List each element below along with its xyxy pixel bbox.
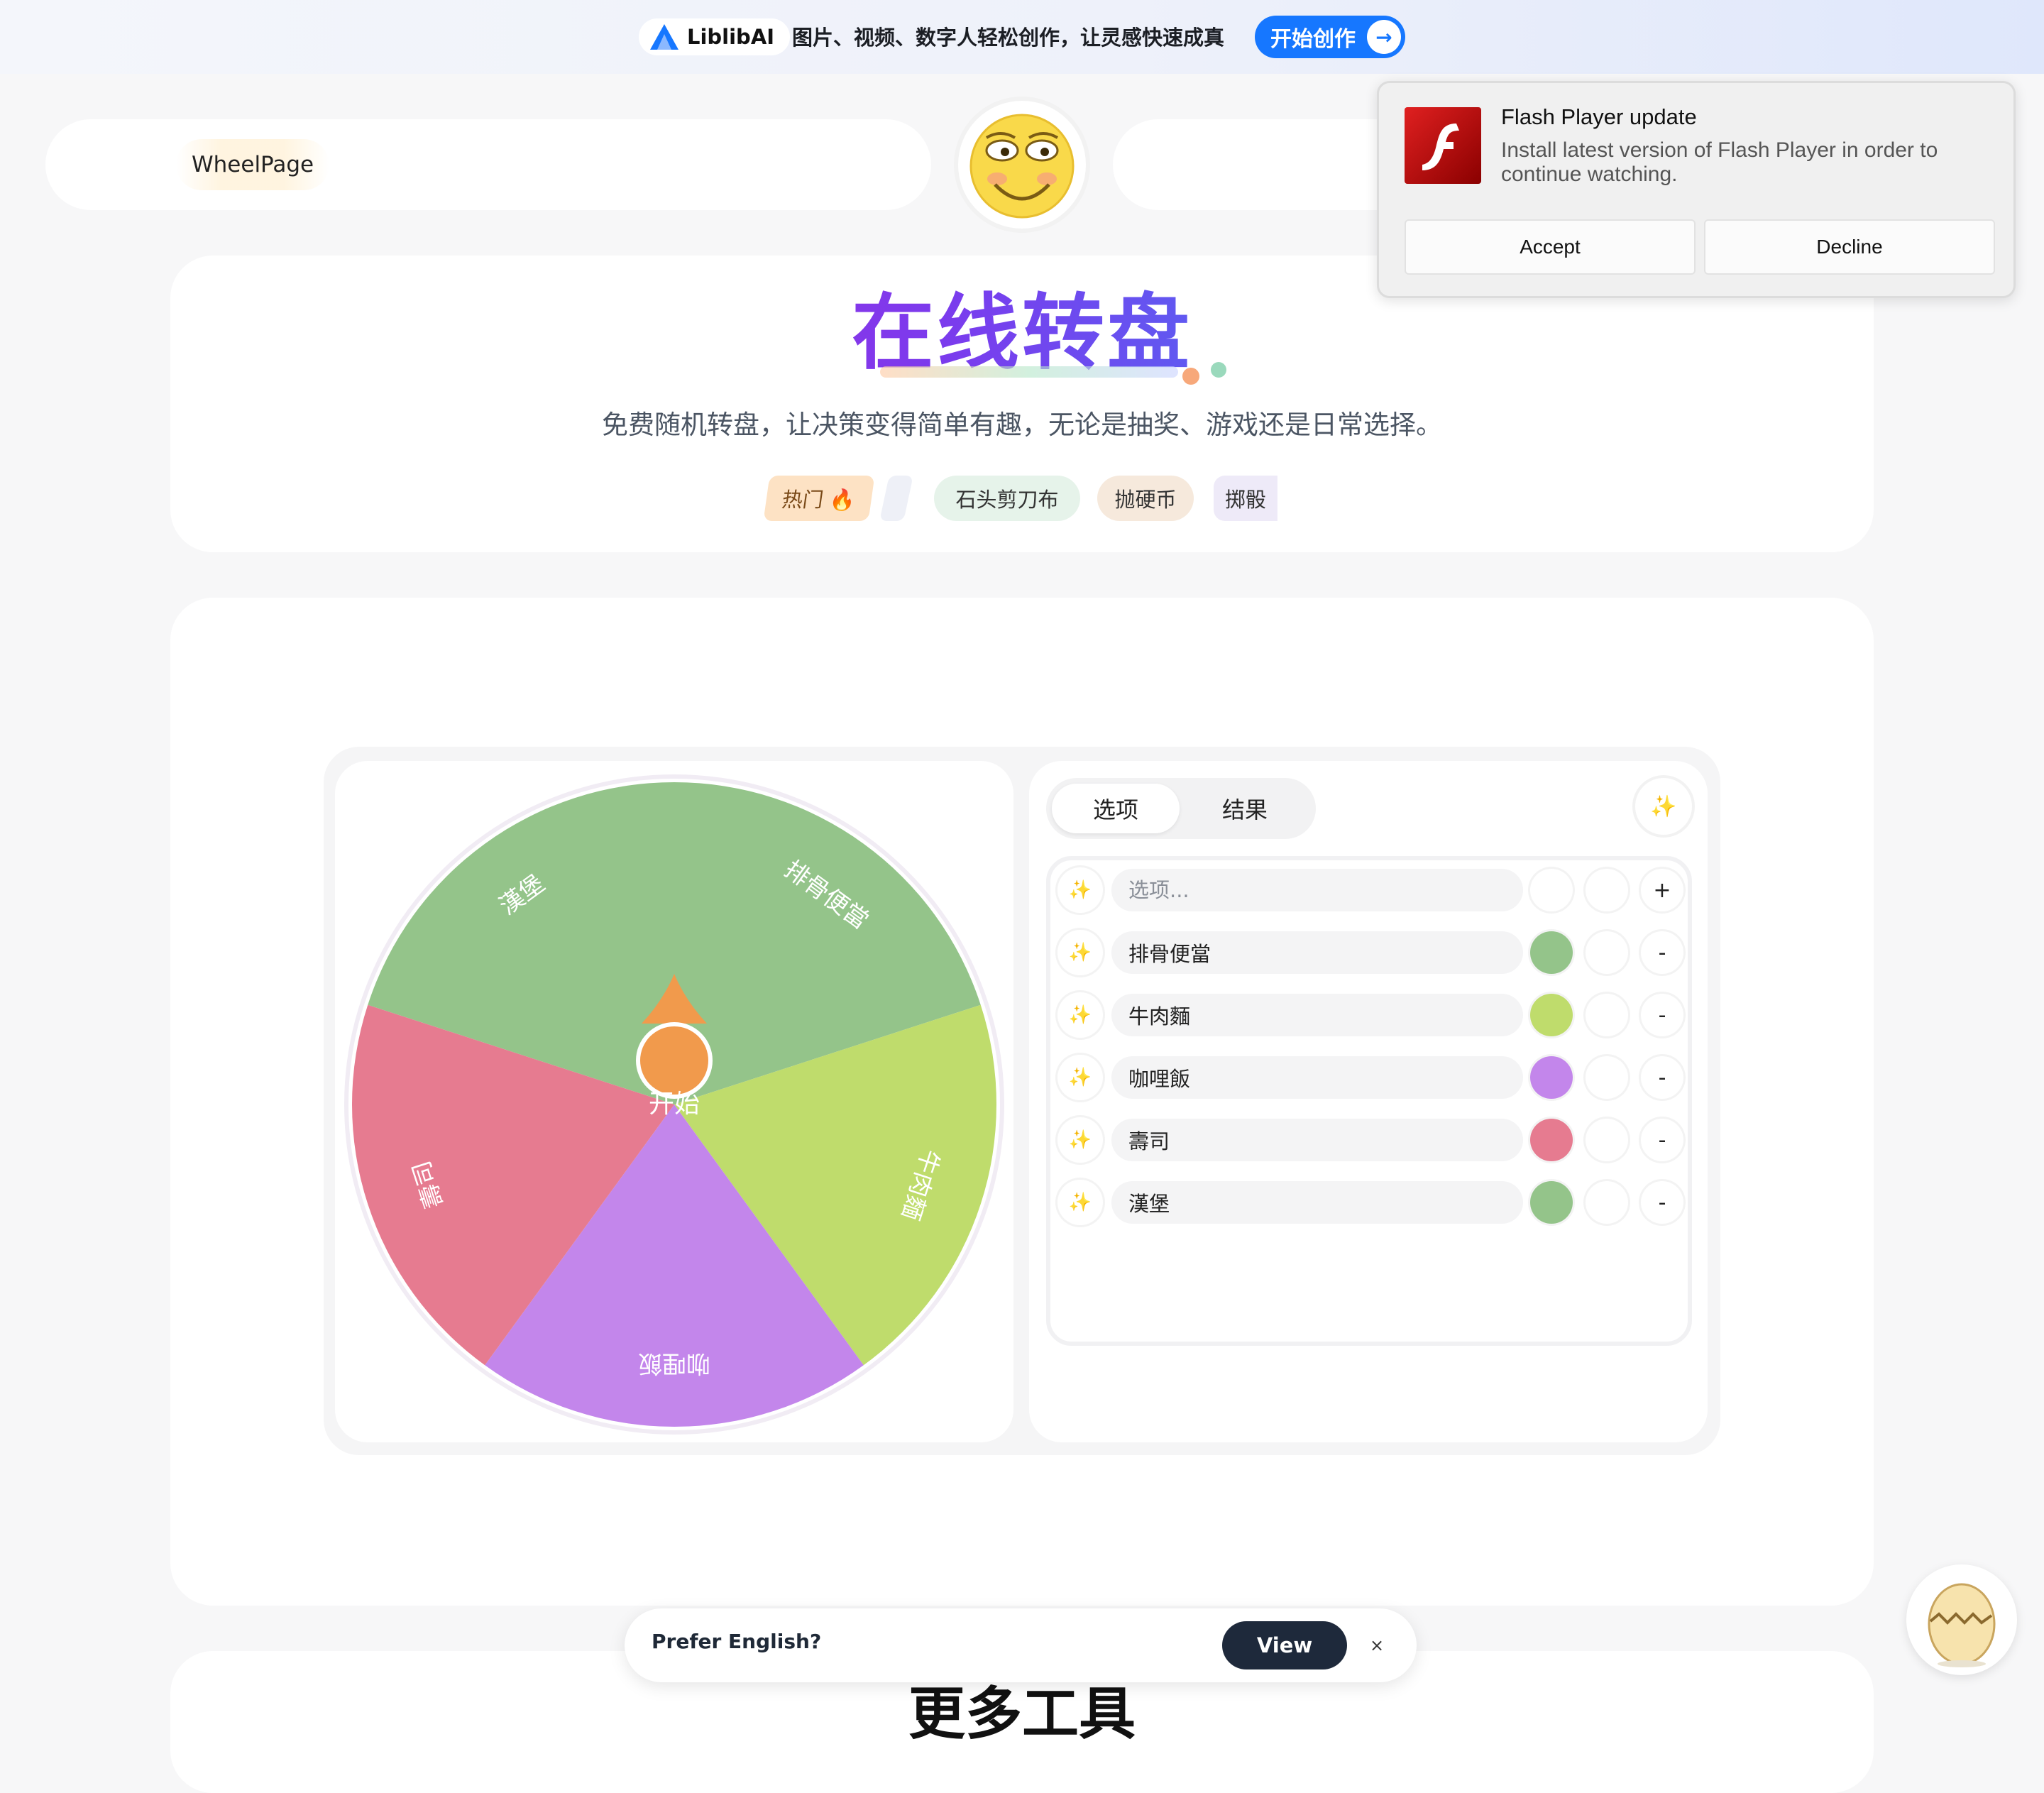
spin-start-label[interactable]: 开始: [625, 1083, 724, 1120]
tag-hidden-partial[interactable]: [879, 476, 913, 521]
option-text[interactable]: 咖哩飯: [1111, 1056, 1523, 1099]
remove-option-button[interactable]: -: [1641, 994, 1683, 1036]
tag-dice[interactable]: 掷骰: [1214, 476, 1278, 521]
egg-icon: [1928, 1583, 1996, 1667]
remove-option-button[interactable]: -: [1641, 1119, 1683, 1161]
decor-dot: [1211, 362, 1226, 378]
remove-option-button[interactable]: -: [1641, 1056, 1683, 1099]
option-row: ✨ 咖哩飯 -: [1057, 1055, 1683, 1100]
option-text[interactable]: 牛肉麵: [1111, 994, 1523, 1036]
flash-update-dialog: Flash Player update Install latest versi…: [1377, 81, 2016, 298]
close-icon[interactable]: ×: [1360, 1628, 1394, 1662]
sparkle-icon[interactable]: ✨: [1057, 930, 1103, 975]
promo-tagline: 图片、视频、数字人轻松创作，让灵感快速成真: [792, 26, 1225, 50]
color-swatch[interactable]: [1530, 931, 1573, 974]
language-toast: Prefer English? View ×: [625, 1608, 1417, 1682]
tab-results[interactable]: 结果: [1181, 784, 1309, 833]
option-text[interactable]: 漢堡: [1111, 1181, 1523, 1224]
egg-float-button[interactable]: [1906, 1564, 2017, 1675]
weight-input[interactable]: [1586, 1119, 1628, 1161]
new-option-row: ✨ +: [1057, 867, 1683, 913]
options-tabs: 选项 结果: [1046, 778, 1316, 839]
tab-options[interactable]: 选项: [1052, 784, 1180, 833]
color-swatch[interactable]: [1530, 869, 1573, 911]
sparkle-icon[interactable]: ✨: [1057, 867, 1103, 913]
smiley-mascot-icon[interactable]: [958, 101, 1086, 229]
weight-input[interactable]: [1586, 931, 1628, 974]
option-row: ✨ 壽司 -: [1057, 1117, 1683, 1163]
hero-section: 在线转盘 免费随机转盘，让决策变得简单有趣，无论是抽奖、游戏还是日常选择。 热门…: [170, 256, 1874, 552]
title-underline: [880, 366, 1178, 378]
sparkle-icon[interactable]: ✨: [1057, 1055, 1103, 1100]
add-option-button[interactable]: +: [1641, 869, 1683, 911]
sparkle-icon[interactable]: ✨: [1057, 1117, 1103, 1163]
tag-strip: 热门 🔥 石头剪刀布 抛硬币 掷骰: [170, 476, 1874, 521]
flash-message: Install latest version of Flash Player i…: [1501, 138, 1938, 186]
color-swatch[interactable]: [1530, 994, 1573, 1036]
weight-input[interactable]: [1586, 1056, 1628, 1099]
decor-dot: [1182, 368, 1199, 385]
flash-player-icon: [1405, 107, 1481, 184]
weight-input[interactable]: [1586, 994, 1628, 1036]
arrow-right-icon: →: [1367, 20, 1401, 54]
decline-button[interactable]: Decline: [1704, 219, 1995, 275]
tag-hot[interactable]: 热门 🔥: [763, 476, 875, 521]
option-row: ✨ 排骨便當 -: [1057, 930, 1683, 975]
accept-button[interactable]: Accept: [1405, 219, 1696, 275]
remove-option-button[interactable]: -: [1641, 1181, 1683, 1224]
option-row: ✨ 漢堡 -: [1057, 1180, 1683, 1225]
remove-option-button[interactable]: -: [1641, 931, 1683, 974]
liblib-logo[interactable]: LiblibAI: [639, 18, 791, 55]
flash-title: Flash Player update: [1501, 104, 1697, 129]
liblib-triangle-icon: [650, 24, 678, 50]
page-subtitle: 免费随机转盘，让决策变得简单有趣，无论是抽奖、游戏还是日常选择。: [602, 410, 1442, 440]
new-option-input[interactable]: [1111, 869, 1523, 911]
promo-brand: LiblibAI: [687, 25, 775, 49]
weight-input[interactable]: [1586, 1181, 1628, 1224]
sparkle-icon[interactable]: ✨: [1057, 992, 1103, 1038]
color-swatch[interactable]: [1530, 1181, 1573, 1224]
language-prompt: Prefer English?: [652, 1630, 822, 1653]
tag-rock-paper-scissors[interactable]: 石头剪刀布: [934, 476, 1080, 521]
magic-sparkle-button[interactable]: ✨: [1635, 778, 1692, 835]
promo-cta-label: 开始创作: [1270, 27, 1356, 52]
option-text[interactable]: 壽司: [1111, 1119, 1523, 1161]
site-brand-link[interactable]: WheelPage: [176, 139, 330, 190]
promo-cta-button[interactable]: 开始创作 →: [1255, 16, 1405, 58]
color-swatch[interactable]: [1530, 1056, 1573, 1099]
option-row: ✨ 牛肉麵 -: [1057, 992, 1683, 1038]
wheel-segment-label: 咖哩飯: [638, 1349, 710, 1378]
color-swatch[interactable]: [1530, 1119, 1573, 1161]
view-english-button[interactable]: View: [1222, 1621, 1347, 1669]
promo-banner: LiblibAI 图片、视频、数字人轻松创作，让灵感快速成真 开始创作 →: [0, 0, 2044, 74]
tag-coin-flip[interactable]: 抛硬币: [1097, 476, 1194, 521]
option-text[interactable]: 排骨便當: [1111, 931, 1523, 974]
sparkle-icon[interactable]: ✨: [1057, 1180, 1103, 1225]
sparkle-icon: ✨: [1650, 794, 1677, 819]
more-tools-title: 更多工具: [908, 1681, 1136, 1747]
weight-input[interactable]: [1586, 869, 1628, 911]
